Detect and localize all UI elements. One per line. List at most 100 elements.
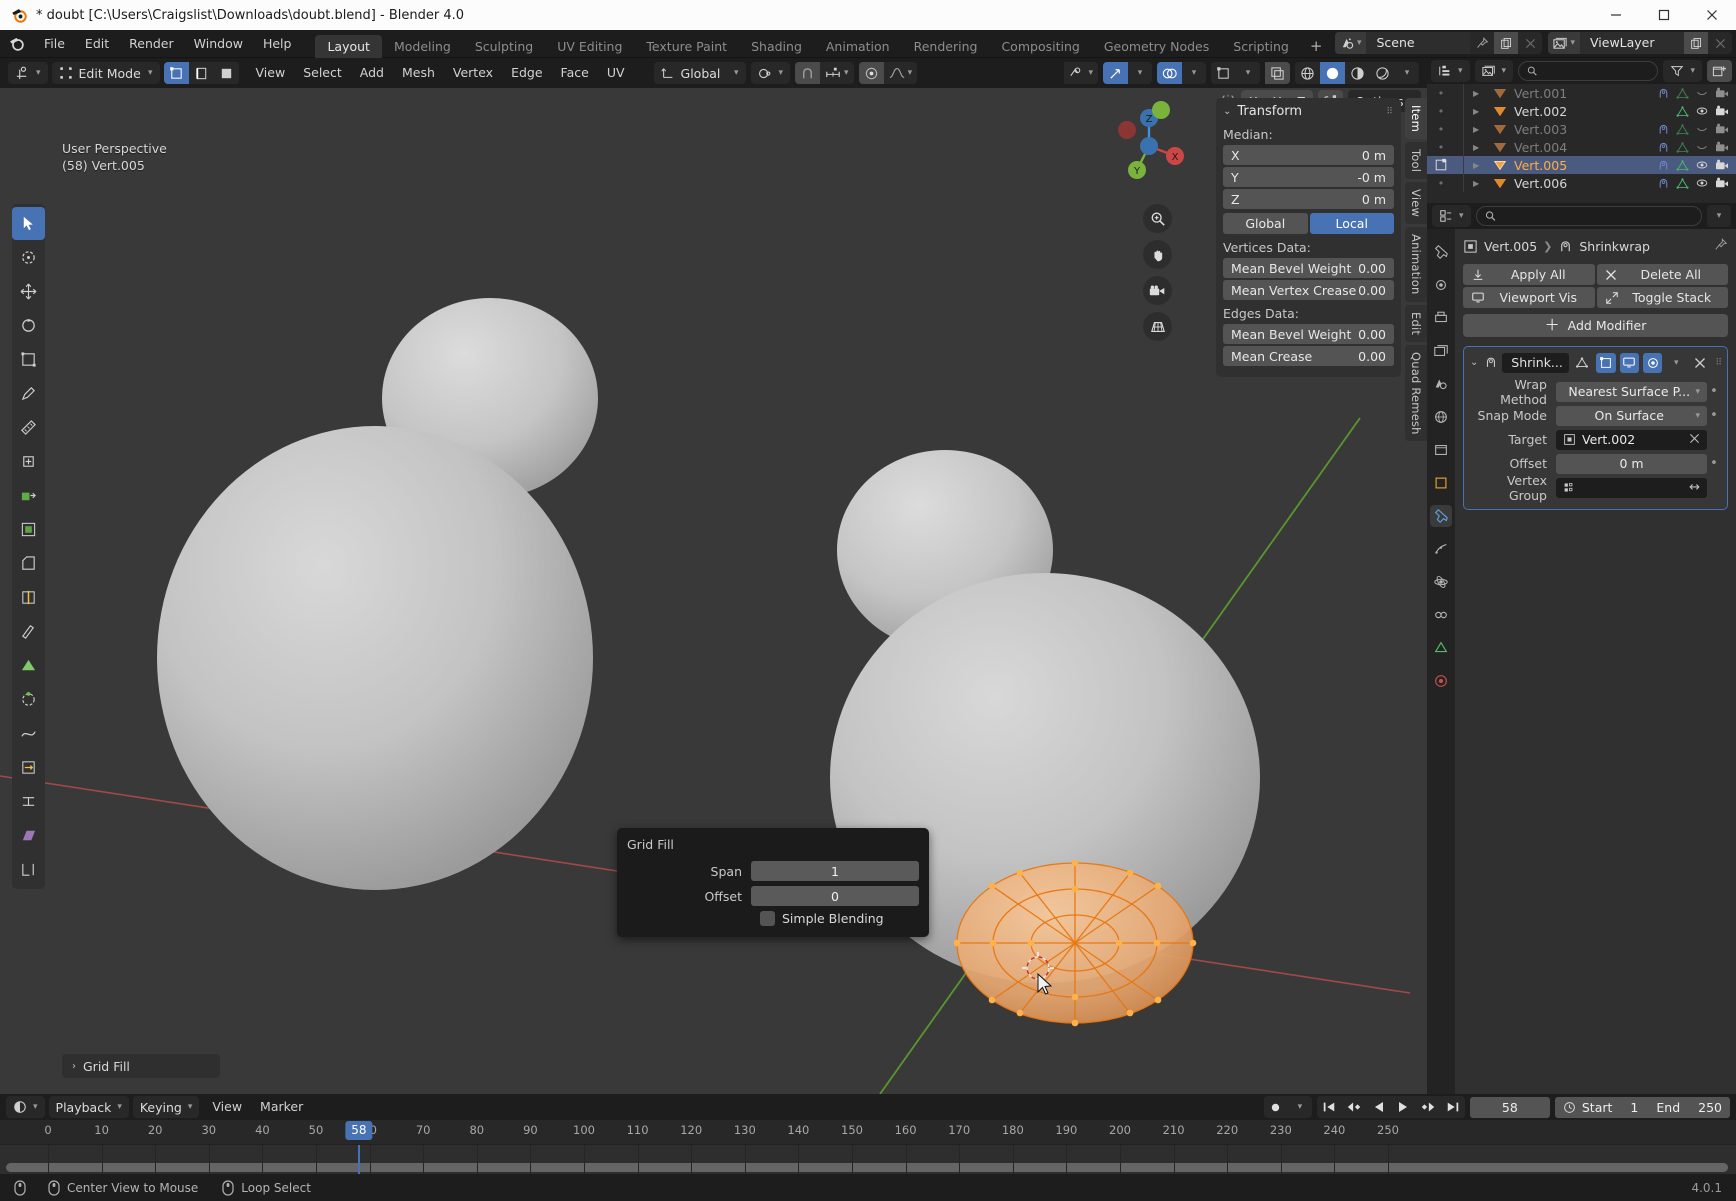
outliner-item-name[interactable]: Vert.005 <box>1509 158 1567 173</box>
mesh-data-icon[interactable] <box>1676 177 1689 190</box>
proportional-editing-icon[interactable] <box>858 62 884 84</box>
mesh-data-icon[interactable] <box>1676 141 1689 154</box>
offset-input[interactable]: 0 m <box>1556 453 1707 474</box>
animate-property-dot-icon[interactable]: • <box>1707 408 1721 423</box>
tool-spin[interactable] <box>12 683 45 716</box>
viewport-vis-button[interactable]: Viewport Vis <box>1463 287 1595 308</box>
global-space-button[interactable]: Global <box>1223 213 1308 234</box>
add-workspace-button[interactable]: + <box>1301 35 1332 58</box>
playback-dropdown[interactable]: Playback ▾ <box>48 1096 129 1118</box>
vertices-data-row-1[interactable]: Mean Vertex Crease 0.00 <box>1223 280 1394 300</box>
pan-hand-icon[interactable] <box>1143 240 1172 269</box>
unlink-scene-icon[interactable] <box>1518 32 1542 54</box>
outliner-item-name[interactable]: Vert.001 <box>1509 86 1567 101</box>
disclosure-triangle-icon[interactable]: ▶ <box>1473 161 1491 170</box>
disclosure-triangle-icon[interactable]: ▶ <box>1473 143 1491 152</box>
object-properties-tab[interactable] <box>1430 472 1452 494</box>
xray-settings-chevron[interactable]: ▾ <box>1236 62 1260 84</box>
play-button[interactable] <box>1390 1096 1415 1118</box>
constraints-properties-tab[interactable] <box>1430 604 1452 626</box>
auto-keying-options-chevron[interactable]: ▾ <box>1287 1096 1312 1118</box>
outliner-item-name[interactable]: Vert.002 <box>1509 104 1567 119</box>
invert-vertex-group-icon[interactable]: ↔ <box>1689 480 1700 495</box>
minimize-button[interactable] <box>1592 0 1640 30</box>
grid-fill-operator-panel[interactable]: Grid Fill Span 1 Offset 0 Simple Blendin… <box>617 828 929 937</box>
workspace-tab-sculpting[interactable]: Sculpting <box>463 35 545 58</box>
tool-bevel[interactable] <box>12 547 45 580</box>
previous-keyframe-button[interactable] <box>1340 1096 1367 1118</box>
mesh-data-icon[interactable] <box>1676 87 1689 100</box>
render-properties-tab[interactable] <box>1430 274 1452 296</box>
workspace-tab-scripting[interactable]: Scripting <box>1221 35 1301 58</box>
modifier-wrench-icon[interactable] <box>1657 177 1670 190</box>
outliner-display-mode[interactable]: ▾ <box>1474 60 1514 82</box>
tool-shear[interactable] <box>12 819 45 852</box>
tool-inset-faces[interactable] <box>12 513 45 546</box>
jump-to-end-button[interactable] <box>1440 1096 1465 1118</box>
workspace-tab-geometry-nodes[interactable]: Geometry Nodes <box>1092 35 1221 58</box>
snap-mode-dropdown[interactable]: On Surface ▾ <box>1556 405 1707 426</box>
workspace-tab-texture-paint[interactable]: Texture Paint <box>634 35 739 58</box>
menu-item-render[interactable]: Render <box>119 33 184 54</box>
tool-loop-cut[interactable] <box>12 581 45 614</box>
disclosure-triangle-icon[interactable]: ▶ <box>1473 89 1491 98</box>
outliner-editor[interactable]: ▾ ▾ ▾ • ▶ Vert.001 • ▶ Vert.002 • ▶ Vert.003 • ▶ Ve… <box>1427 58 1736 203</box>
menu-item-help[interactable]: Help <box>253 33 302 54</box>
modifier-drag-handle-icon[interactable]: ⠿ <box>1713 358 1723 368</box>
new-viewlayer-icon[interactable] <box>1684 32 1708 54</box>
tool-select-box[interactable] <box>12 241 45 274</box>
animate-property-dot-icon[interactable]: • <box>1707 456 1721 471</box>
median-row-z[interactable]: Z 0 m <box>1223 189 1394 209</box>
shading-settings-chevron[interactable]: ▾ <box>1395 62 1419 84</box>
workspace-tab-compositing[interactable]: Compositing <box>989 35 1091 58</box>
add-modifier-button[interactable]: ＋ Add Modifier <box>1463 314 1728 337</box>
modifier-edit-mode-display-icon[interactable] <box>1573 353 1592 373</box>
viewport-menu-select[interactable]: Select <box>294 62 351 84</box>
sidebar-tab-item[interactable]: Item <box>1405 98 1427 139</box>
object-data-properties-tab[interactable] <box>1430 637 1452 659</box>
disclosure-triangle-icon[interactable]: ▶ <box>1473 125 1491 134</box>
frame-range-fields[interactable]: Start 1 End 250 <box>1554 1096 1730 1118</box>
viewport-canvas[interactable]: User Perspective (58) Vert.005 X Z Y ⌄ T… <box>0 88 1427 1094</box>
menu-item-file[interactable]: File <box>34 33 75 54</box>
mesh-data-icon[interactable] <box>1676 159 1689 172</box>
viewport-menu-mesh[interactable]: Mesh <box>393 62 444 84</box>
restrict-dot-icon[interactable]: • <box>1431 105 1451 118</box>
tool-properties-tab[interactable] <box>1430 241 1452 263</box>
menu-item-edit[interactable]: Edit <box>75 33 119 54</box>
restrict-dot-icon[interactable]: • <box>1431 141 1451 154</box>
median-row-x[interactable]: X 0 m <box>1223 145 1394 165</box>
remove-viewlayer-icon[interactable] <box>1708 32 1732 54</box>
breadcrumb-object-name[interactable]: Vert.005 <box>1484 239 1537 254</box>
tool-rip-region[interactable] <box>12 853 45 886</box>
disclosure-triangle-icon[interactable]: ▶ <box>1473 107 1491 116</box>
toggle-orthographic-icon[interactable] <box>1143 312 1172 341</box>
wrap-method-dropdown[interactable]: Nearest Surface P... ▾ <box>1556 381 1707 402</box>
tool-move[interactable] <box>12 275 45 308</box>
workspace-tab-animation[interactable]: Animation <box>814 35 902 58</box>
falloff-type-selector[interactable]: ▾ <box>883 62 918 84</box>
jump-to-start-button[interactable] <box>1316 1096 1341 1118</box>
snap-target-selector[interactable]: ▾ <box>820 62 854 84</box>
scene-properties-tab[interactable] <box>1430 373 1452 395</box>
tool-extrude[interactable] <box>12 479 45 512</box>
modifier-realtime-icon[interactable] <box>1619 352 1639 373</box>
viewlayer-selector[interactable]: ▾ ViewLayer <box>1548 32 1732 54</box>
modifier-render-icon[interactable] <box>1642 352 1663 373</box>
transform-orientation-selector[interactable]: Global ▾ <box>653 62 746 84</box>
vertices-data-row-0[interactable]: Mean Bevel Weight 0.00 <box>1223 258 1394 278</box>
current-frame-input[interactable]: 58 <box>1469 1096 1550 1118</box>
workspace-tab-uv-editing[interactable]: UV Editing <box>545 35 634 58</box>
sidebar-tab-edit[interactable]: Edit <box>1405 304 1427 342</box>
grid-fill-simple-blending-row[interactable]: Simple Blending <box>760 911 919 926</box>
outliner-search-input[interactable] <box>1518 61 1659 81</box>
playhead-frame-label[interactable]: 58 <box>345 1121 373 1140</box>
keying-dropdown[interactable]: Keying ▾ <box>132 1096 200 1118</box>
outliner-row[interactable]: ▶ Vert.005 <box>1427 156 1736 174</box>
modifier-wrench-icon[interactable] <box>1657 141 1670 154</box>
timeline-channel-area[interactable] <box>0 1144 1736 1174</box>
workspace-tab-modeling[interactable]: Modeling <box>382 35 463 58</box>
viewlayer-properties-tab[interactable] <box>1430 340 1452 362</box>
collection-properties-tab[interactable] <box>1430 439 1452 461</box>
offset-input[interactable]: 0 <box>751 886 919 906</box>
